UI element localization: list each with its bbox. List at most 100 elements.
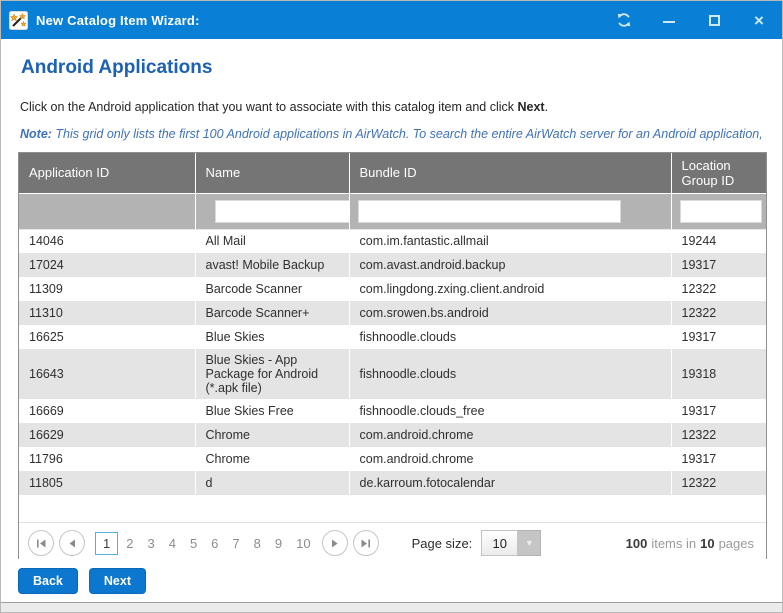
cell-location-group-id[interactable]: 19317 bbox=[671, 399, 766, 423]
cell-bundle-id[interactable]: com.lingdong.zxing.client.android bbox=[349, 277, 671, 301]
note-label: Note: bbox=[20, 127, 52, 141]
table-row[interactable]: 16629 Chrome com.android.chrome 12322 bbox=[19, 423, 766, 447]
page-number-list: 1 2 3 4 5 6 7 8 9 10 bbox=[94, 532, 318, 555]
back-button[interactable]: Back bbox=[18, 568, 78, 594]
cell-application-id[interactable]: 16643 bbox=[19, 349, 195, 399]
page-number-8[interactable]: 8 bbox=[248, 533, 267, 554]
cell-application-id[interactable]: 11309 bbox=[19, 277, 195, 301]
cell-application-id[interactable]: 11310 bbox=[19, 301, 195, 325]
next-page-icon[interactable] bbox=[322, 530, 348, 556]
page-title: Android Applications bbox=[21, 57, 765, 79]
page-number-5[interactable]: 5 bbox=[184, 533, 203, 554]
cell-bundle-id[interactable]: de.karroum.fotocalendar bbox=[349, 471, 671, 495]
page-number-3[interactable]: 3 bbox=[141, 533, 160, 554]
maximize-icon[interactable] bbox=[705, 11, 723, 29]
cell-location-group-id[interactable]: 12322 bbox=[671, 277, 766, 301]
cell-name[interactable]: All Mail bbox=[195, 229, 349, 253]
page-number-1[interactable]: 1 bbox=[95, 532, 118, 555]
cell-name[interactable]: Blue Skies Free bbox=[195, 399, 349, 423]
note-body: This grid only lists the first 100 Andro… bbox=[52, 127, 765, 141]
name-filter-input[interactable] bbox=[215, 200, 353, 223]
cell-bundle-id[interactable]: fishnoodle.clouds_free bbox=[349, 399, 671, 423]
prev-page-icon[interactable] bbox=[59, 530, 85, 556]
close-icon[interactable]: × bbox=[750, 11, 768, 29]
cell-bundle-id[interactable]: com.avast.android.backup bbox=[349, 253, 671, 277]
refresh-icon[interactable] bbox=[615, 11, 633, 29]
cell-application-id[interactable]: 16625 bbox=[19, 325, 195, 349]
page-number-2[interactable]: 2 bbox=[120, 533, 139, 554]
table-row[interactable]: 11310 Barcode Scanner+ com.srowen.bs.and… bbox=[19, 301, 766, 325]
page-number-4[interactable]: 4 bbox=[163, 533, 182, 554]
cell-location-group-id[interactable]: 12322 bbox=[671, 423, 766, 447]
cell-application-id[interactable]: 11805 bbox=[19, 471, 195, 495]
column-header-bundle-id[interactable]: Bundle ID bbox=[349, 153, 671, 193]
page-size-value[interactable]: 10 bbox=[481, 530, 518, 556]
wizard-footer: Back Next bbox=[1, 559, 782, 602]
page-number-10[interactable]: 10 bbox=[290, 533, 316, 554]
items-count: 100 bbox=[626, 536, 648, 551]
chevron-down-icon[interactable]: ▼ bbox=[518, 530, 541, 556]
cell-location-group-id[interactable]: 12322 bbox=[671, 301, 766, 325]
column-header-application-id[interactable]: Application ID bbox=[19, 153, 195, 193]
cell-name[interactable]: Chrome bbox=[195, 447, 349, 471]
pager: 1 2 3 4 5 6 7 8 9 10 Page size: bbox=[19, 522, 766, 559]
grid-header-row: Application ID Name Bundle ID Location G… bbox=[19, 153, 766, 193]
cell-location-group-id[interactable]: 19317 bbox=[671, 325, 766, 349]
cell-application-id[interactable]: 16669 bbox=[19, 399, 195, 423]
filter-cell-application-id bbox=[19, 193, 195, 229]
next-button[interactable]: Next bbox=[89, 568, 146, 594]
cell-name[interactable]: Blue Skies - App Package for Android (*.… bbox=[195, 349, 349, 399]
cell-application-id[interactable]: 11796 bbox=[19, 447, 195, 471]
table-row[interactable]: 16643 Blue Skies - App Package for Andro… bbox=[19, 349, 766, 399]
cell-application-id[interactable]: 17024 bbox=[19, 253, 195, 277]
cell-bundle-id[interactable]: com.android.chrome bbox=[349, 447, 671, 471]
cell-location-group-id[interactable]: 12322 bbox=[671, 471, 766, 495]
filter-cell-location-group-id bbox=[671, 193, 766, 229]
page-number-7[interactable]: 7 bbox=[226, 533, 245, 554]
table-row[interactable]: 14046 All Mail com.im.fantastic.allmail … bbox=[19, 229, 766, 253]
pages-text: pages bbox=[719, 536, 754, 551]
page-number-6[interactable]: 6 bbox=[205, 533, 224, 554]
cell-location-group-id[interactable]: 19317 bbox=[671, 447, 766, 471]
cell-bundle-id[interactable]: com.srowen.bs.android bbox=[349, 301, 671, 325]
cell-name[interactable]: d bbox=[195, 471, 349, 495]
cell-location-group-id[interactable]: 19318 bbox=[671, 349, 766, 399]
last-page-icon[interactable] bbox=[353, 530, 379, 556]
titlebar[interactable]: New Catalog Item Wizard: × bbox=[1, 1, 782, 39]
cell-name[interactable]: Blue Skies bbox=[195, 325, 349, 349]
cell-location-group-id[interactable]: 19244 bbox=[671, 229, 766, 253]
cell-name[interactable]: Barcode Scanner+ bbox=[195, 301, 349, 325]
minimize-icon[interactable] bbox=[660, 11, 678, 29]
instruction-suffix: . bbox=[545, 100, 548, 114]
items-text: items in bbox=[651, 536, 696, 551]
cell-name[interactable]: avast! Mobile Backup bbox=[195, 253, 349, 277]
cell-bundle-id[interactable]: com.im.fantastic.allmail bbox=[349, 229, 671, 253]
instruction-text: Click on the Android application that yo… bbox=[20, 100, 765, 114]
table-row[interactable]: 16625 Blue Skies fishnoodle.clouds 19317 bbox=[19, 325, 766, 349]
cell-name[interactable]: Barcode Scanner bbox=[195, 277, 349, 301]
column-header-location-group-id[interactable]: Location Group ID bbox=[671, 153, 766, 193]
bundle-id-filter-input[interactable] bbox=[358, 200, 621, 223]
table-row[interactable]: 11805 d de.karroum.fotocalendar 12322 bbox=[19, 471, 766, 495]
table-row[interactable]: 16669 Blue Skies Free fishnoodle.clouds_… bbox=[19, 399, 766, 423]
location-group-id-filter-input[interactable] bbox=[680, 200, 762, 223]
cell-bundle-id[interactable]: fishnoodle.clouds bbox=[349, 349, 671, 399]
table-row[interactable]: 17024 avast! Mobile Backup com.avast.and… bbox=[19, 253, 766, 277]
pages-count: 10 bbox=[700, 536, 714, 551]
page-number-9[interactable]: 9 bbox=[269, 533, 288, 554]
cell-location-group-id[interactable]: 19317 bbox=[671, 253, 766, 277]
table-row[interactable]: 11796 Chrome com.android.chrome 19317 bbox=[19, 447, 766, 471]
column-header-name[interactable]: Name bbox=[195, 153, 349, 193]
first-page-icon[interactable] bbox=[28, 530, 54, 556]
page-size-label: Page size: bbox=[412, 536, 473, 551]
cell-name[interactable]: Chrome bbox=[195, 423, 349, 447]
wizard-dialog: New Catalog Item Wizard: × Android Appli… bbox=[0, 0, 783, 613]
table-row[interactable]: 11309 Barcode Scanner com.lingdong.zxing… bbox=[19, 277, 766, 301]
cell-application-id[interactable]: 14046 bbox=[19, 229, 195, 253]
cell-bundle-id[interactable]: fishnoodle.clouds bbox=[349, 325, 671, 349]
cell-bundle-id[interactable]: com.android.chrome bbox=[349, 423, 671, 447]
window-bottom-edge bbox=[1, 602, 782, 612]
cell-application-id[interactable]: 16629 bbox=[19, 423, 195, 447]
wizard-body: Android Applications Click on the Androi… bbox=[1, 39, 782, 559]
page-size-dropdown[interactable]: 10 ▼ bbox=[481, 530, 541, 556]
